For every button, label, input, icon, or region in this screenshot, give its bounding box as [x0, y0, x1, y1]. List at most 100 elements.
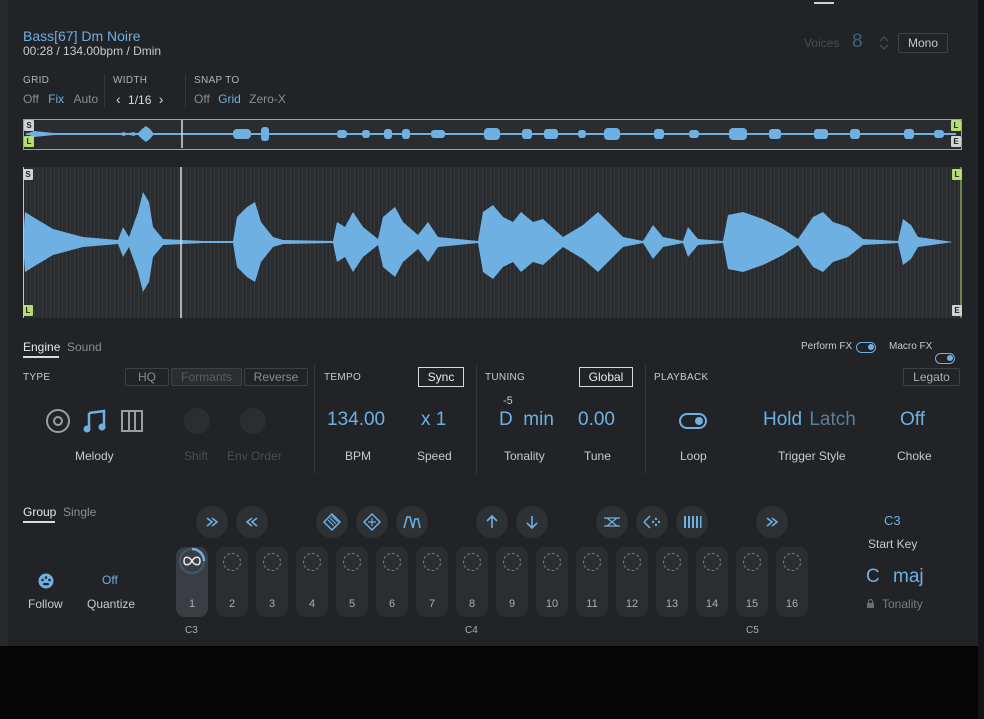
arrow-down-icon	[526, 516, 538, 530]
chevron-left-icon[interactable]: ‹	[116, 91, 121, 107]
pad-16[interactable]: 16	[776, 547, 808, 617]
tonality-label: Tonality	[504, 449, 545, 463]
tonality-value[interactable]: D min	[499, 409, 554, 431]
pad-2[interactable]: 2	[216, 547, 248, 617]
voices-stepper-icon[interactable]	[878, 34, 890, 52]
swap-arrows-icon	[604, 517, 620, 527]
bars-button[interactable]	[676, 506, 708, 538]
pad-5[interactable]: 5	[336, 547, 368, 617]
voices-value[interactable]: 8	[852, 31, 863, 53]
env-order-knob[interactable]	[240, 408, 266, 434]
tab-engine[interactable]: Engine	[23, 340, 60, 354]
bars-icon	[684, 516, 702, 528]
macro-fx-toggle[interactable]	[935, 353, 955, 364]
trigger-hold[interactable]: Hold	[763, 409, 802, 430]
shift-knob[interactable]	[184, 408, 210, 434]
diamond-stack-icon	[322, 512, 342, 532]
pad-4[interactable]: 4	[296, 547, 328, 617]
left-edge	[0, 0, 8, 646]
tab-single[interactable]: Single	[63, 505, 96, 519]
perform-fx-toggle[interactable]	[856, 342, 876, 353]
loop-toggle[interactable]	[679, 413, 707, 429]
spread-button[interactable]	[316, 506, 348, 538]
key-tonality-label: Tonality	[882, 597, 923, 611]
hq-button[interactable]: HQ	[125, 368, 169, 386]
grid-fix[interactable]: Fix	[48, 92, 64, 106]
overview-waveform-graphic	[26, 120, 956, 148]
waveform-overview[interactable]: S L L E	[23, 119, 962, 150]
follow-icon[interactable]	[37, 572, 55, 590]
pad-9[interactable]: 9	[496, 547, 528, 617]
next-button[interactable]	[756, 506, 788, 538]
target-icon[interactable]	[45, 408, 71, 434]
tab-group[interactable]: Group	[23, 505, 56, 519]
pad-15[interactable]: 15	[736, 547, 768, 617]
snap-zerox[interactable]: Zero-X	[249, 92, 286, 106]
transpose-up-button[interactable]	[476, 506, 508, 538]
bpm-value[interactable]: 134.00	[327, 409, 385, 431]
pad-10[interactable]: 10	[536, 547, 568, 617]
lock-icon[interactable]	[866, 598, 875, 609]
pad-number: 9	[508, 598, 516, 610]
pad-11[interactable]: 11	[576, 547, 608, 617]
overview-loop-end-marker[interactable]: L	[951, 120, 961, 131]
pad-1[interactable]: 1	[176, 547, 208, 617]
main-loop-end-marker[interactable]: L	[952, 169, 962, 180]
tune-value[interactable]: 0.00	[578, 409, 615, 431]
music-note-icon[interactable]	[82, 408, 108, 434]
grid-off[interactable]: Off	[23, 92, 39, 106]
trigger-latch[interactable]: Latch	[809, 409, 855, 430]
speed-value[interactable]: x 1	[421, 409, 446, 431]
pad-number: 5	[348, 598, 356, 610]
scatter-icon	[643, 515, 661, 529]
overview-loop-start-marker[interactable]: L	[24, 136, 34, 147]
key-tonality-value[interactable]: C maj	[866, 566, 924, 588]
diamond-grid-button[interactable]	[356, 506, 388, 538]
pad-3[interactable]: 3	[256, 547, 288, 617]
pad-12[interactable]: 12	[616, 547, 648, 617]
snap-grid[interactable]: Grid	[218, 92, 241, 106]
global-button[interactable]: Global	[579, 367, 633, 387]
grid-auto[interactable]: Auto	[73, 92, 98, 106]
envelope-shape-icon	[403, 516, 421, 529]
overview-start-marker[interactable]: S	[24, 120, 34, 131]
reverse-button[interactable]: Reverse	[244, 368, 308, 386]
swap-button[interactable]	[596, 506, 628, 538]
octave-label-c4: C4	[465, 625, 478, 636]
top-indicator	[814, 2, 834, 4]
pad-7[interactable]: 7	[416, 547, 448, 617]
legato-button[interactable]: Legato	[903, 368, 960, 386]
start-key-value[interactable]: C3	[884, 513, 901, 528]
octave-label-c5: C5	[746, 625, 759, 636]
snap-label: SNAP TO	[194, 75, 240, 86]
rewind-button[interactable]	[236, 506, 268, 538]
key-tonality-scale: maj	[893, 566, 924, 587]
pad-6[interactable]: 6	[376, 547, 408, 617]
mono-button[interactable]: Mono	[898, 33, 948, 53]
envelope-button[interactable]	[396, 506, 428, 538]
main-end-marker[interactable]: E	[952, 305, 962, 316]
fast-forward-button[interactable]	[196, 506, 228, 538]
pad-14[interactable]: 14	[696, 547, 728, 617]
main-start-marker[interactable]: S	[23, 169, 33, 180]
snap-off[interactable]: Off	[194, 92, 210, 106]
chevron-right-icon[interactable]: ›	[159, 91, 164, 107]
formants-button[interactable]: Formants	[171, 368, 242, 386]
overview-end-marker[interactable]: E	[951, 136, 961, 147]
main-loop-start-marker[interactable]: L	[23, 305, 33, 316]
transpose-down-button[interactable]	[516, 506, 548, 538]
waveform-main[interactable]: S L L E	[23, 167, 962, 318]
pad-8[interactable]: 8	[456, 547, 488, 617]
tonality-offset: -5	[503, 395, 513, 407]
pad-13[interactable]: 13	[656, 547, 688, 617]
sample-name[interactable]: Bass[67] Dm Noire	[23, 28, 140, 44]
tab-sound[interactable]: Sound	[67, 340, 102, 354]
sync-button[interactable]: Sync	[418, 367, 464, 387]
quantize-value[interactable]: Off	[102, 573, 118, 587]
scatter-button[interactable]	[636, 506, 668, 538]
snap-options: Off Grid Zero-X	[194, 92, 286, 106]
trigger-style-label: Trigger Style	[778, 449, 846, 463]
pad-number: 12	[625, 598, 639, 610]
choke-value[interactable]: Off	[900, 409, 925, 431]
slices-icon[interactable]	[120, 409, 144, 433]
